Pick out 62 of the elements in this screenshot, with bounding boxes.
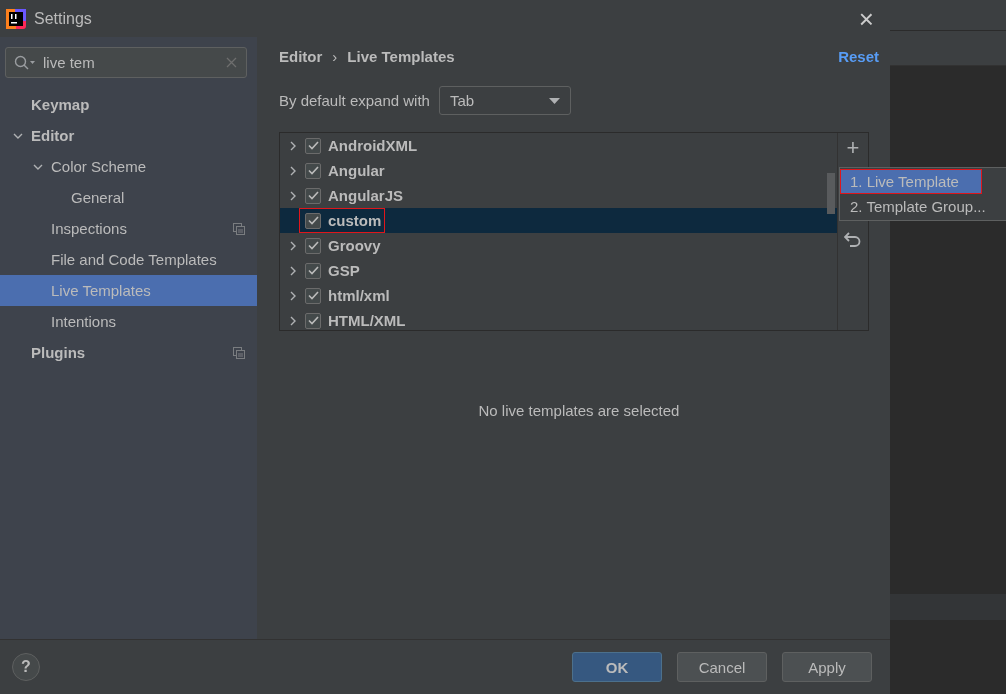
- undo-icon[interactable]: [844, 231, 862, 247]
- group-label: Angular: [327, 161, 386, 180]
- menu-item[interactable]: 1. Live Template: [840, 169, 982, 194]
- chevron-right-icon[interactable]: [288, 190, 298, 201]
- template-group-row[interactable]: Groovy: [280, 233, 837, 258]
- dialog-button[interactable]: Cancel: [677, 652, 767, 682]
- breadcrumb-item: Live Templates: [347, 47, 455, 65]
- checkbox[interactable]: [305, 262, 321, 279]
- checkbox[interactable]: [305, 237, 321, 254]
- add-button[interactable]: +: [842, 137, 864, 159]
- checkbox[interactable]: [305, 212, 321, 229]
- group-label: AndroidXML: [327, 136, 419, 155]
- help-button[interactable]: ?: [12, 653, 40, 681]
- template-group-row[interactable]: Angular: [280, 158, 837, 183]
- group-label: Groovy: [327, 236, 382, 255]
- sidebar-item[interactable]: Keymap: [0, 89, 257, 120]
- sidebar-item[interactable]: Plugins: [0, 337, 257, 368]
- app-icon: [6, 8, 26, 29]
- dialog-button[interactable]: Apply: [782, 652, 872, 682]
- search-field[interactable]: live tem: [5, 47, 247, 78]
- chevron-right-icon[interactable]: [288, 265, 298, 276]
- expand-dropdown[interactable]: Tab: [438, 86, 571, 115]
- template-group-row[interactable]: AngularJS: [280, 183, 837, 208]
- sidebar-item[interactable]: Color Scheme: [0, 151, 257, 182]
- template-group-row[interactable]: HTML/XML: [280, 308, 837, 333]
- close-button[interactable]: ×: [852, 5, 880, 32]
- checkbox[interactable]: [305, 312, 321, 329]
- sidebar-item[interactable]: General: [0, 182, 257, 213]
- group-label: HTML/XML: [327, 311, 407, 330]
- group-label: html/xml: [327, 286, 391, 305]
- group-label: GSP: [327, 261, 361, 280]
- chevron-right-icon[interactable]: [288, 240, 298, 251]
- sidebar-item[interactable]: File and Code Templates: [0, 244, 257, 275]
- breadcrumb-separator: ›: [332, 47, 338, 65]
- checkbox[interactable]: [305, 187, 321, 204]
- empty-message: No live templates are selected: [478, 401, 680, 419]
- sidebar-item[interactable]: Live Templates: [0, 275, 257, 306]
- chevron-right-icon[interactable]: [288, 140, 298, 151]
- search-icon: [14, 55, 36, 71]
- template-group-row[interactable]: AndroidXML: [280, 133, 837, 158]
- checkbox[interactable]: [305, 162, 321, 179]
- dialog-button[interactable]: OK: [572, 652, 662, 682]
- sidebar-item[interactable]: Intentions: [0, 306, 257, 337]
- menu-item[interactable]: 2. Template Group...: [840, 194, 1006, 219]
- sidebar-item[interactable]: Editor: [0, 120, 257, 151]
- checkbox[interactable]: [305, 137, 321, 154]
- checkbox[interactable]: [305, 287, 321, 304]
- expand-label: By default expand with: [279, 92, 430, 109]
- template-group-row[interactable]: html/xml: [280, 283, 837, 308]
- chevron-right-icon[interactable]: [288, 290, 298, 301]
- sidebar-item[interactable]: Inspections: [0, 213, 257, 244]
- dropdown-arrow-icon: [548, 97, 560, 104]
- reset-link[interactable]: Reset: [838, 47, 879, 65]
- window-title: Settings: [34, 9, 93, 28]
- group-label: AngularJS: [327, 186, 404, 205]
- chevron-right-icon[interactable]: [288, 315, 298, 326]
- group-label: custom: [327, 211, 383, 230]
- scrollbar-thumb[interactable]: [827, 173, 835, 214]
- template-group-row[interactable]: custom: [280, 208, 837, 233]
- chevron-right-icon[interactable]: [288, 165, 298, 176]
- breadcrumb-item: Editor: [279, 47, 323, 65]
- template-group-row[interactable]: GSP: [280, 258, 837, 283]
